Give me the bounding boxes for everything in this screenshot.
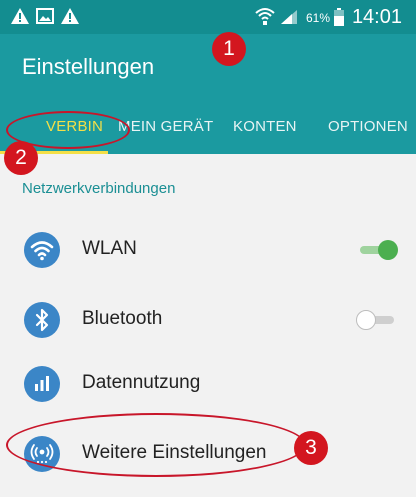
image-icon	[36, 7, 54, 30]
callout-marker-1: 1	[212, 32, 246, 66]
list-item-datennutzung[interactable]: Datennutzung	[0, 352, 416, 416]
tab-optionen[interactable]: OPTIONEN	[328, 118, 408, 135]
list-item-label: Bluetooth	[82, 308, 163, 329]
tab-mein-geraet[interactable]: MEIN GERÄT	[118, 118, 213, 135]
bluetooth-toggle[interactable]	[356, 309, 398, 331]
clock: 14:01	[351, 6, 402, 28]
section-title: Netzwerkverbindungen	[22, 180, 176, 197]
phone-screen: 61% 14:01 Einstellungen VERBIN MEIN GERÄ…	[0, 0, 416, 497]
battery-icon	[334, 8, 344, 31]
callout-marker-3: 3	[294, 431, 328, 465]
warning-icon	[10, 7, 30, 30]
list-item-wlan[interactable]: WLAN	[0, 218, 416, 282]
warning-icon	[60, 7, 80, 30]
wifi-icon	[24, 232, 60, 268]
list-item-label: WLAN	[82, 238, 137, 259]
highlight-ring-item	[6, 413, 306, 477]
status-bar: 61% 14:01	[0, 0, 416, 34]
tab-konten[interactable]: KONTEN	[233, 118, 297, 135]
bluetooth-icon	[24, 302, 60, 338]
page-title: Einstellungen	[22, 54, 155, 79]
callout-marker-2: 2	[4, 141, 38, 175]
list-item-bluetooth[interactable]: Bluetooth	[0, 288, 416, 352]
list-item-label: Datennutzung	[82, 372, 201, 393]
data-usage-icon	[24, 366, 60, 402]
wifi-icon	[254, 6, 276, 31]
battery-percent: 61%	[305, 11, 330, 25]
app-bar: Einstellungen	[0, 34, 416, 106]
signal-icon	[280, 9, 298, 30]
wlan-toggle[interactable]	[356, 239, 398, 261]
toggle-thumb	[378, 240, 398, 260]
toggle-thumb	[356, 310, 376, 330]
